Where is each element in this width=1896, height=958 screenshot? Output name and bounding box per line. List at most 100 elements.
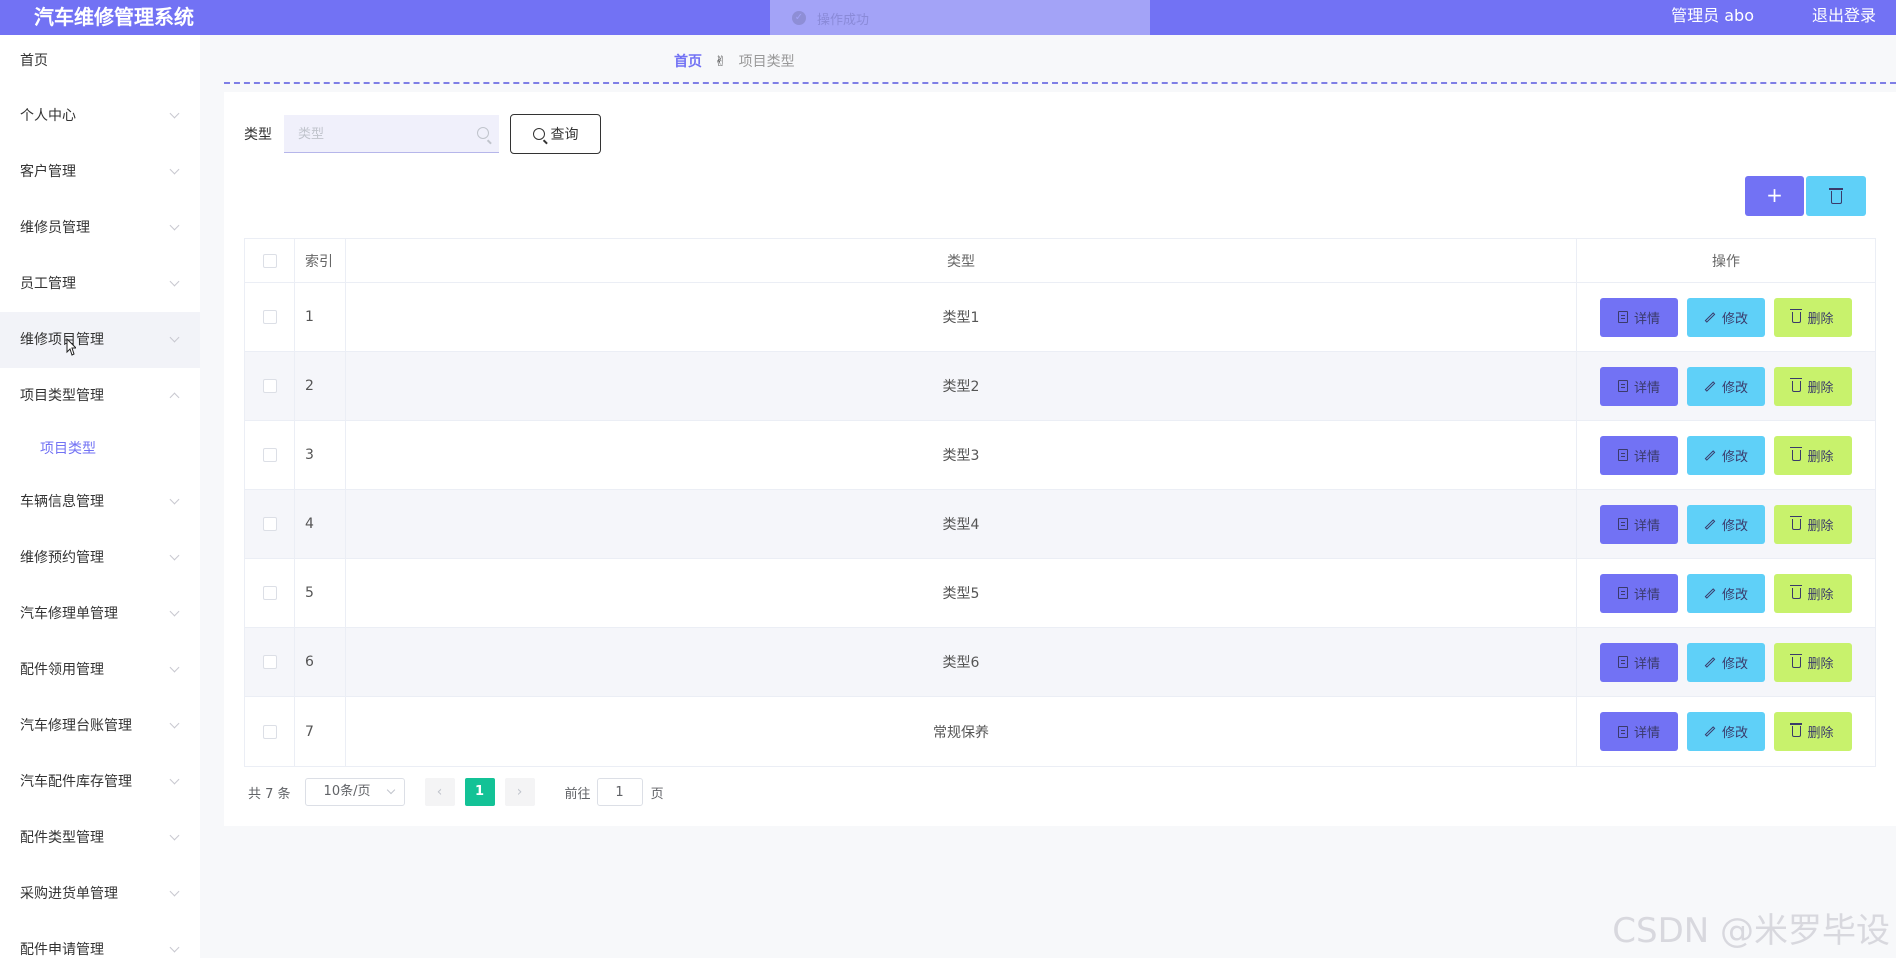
sidebar-item-parts-usage[interactable]: 配件领用管理: [0, 642, 200, 698]
detail-button[interactable]: 详情: [1600, 435, 1678, 475]
edit-button[interactable]: 修改: [1687, 435, 1765, 475]
table-row: 6 类型6 详情 修改 删除: [245, 628, 1875, 697]
next-page-button[interactable]: ›: [504, 778, 535, 806]
sidebar-item-label: 配件申请管理: [20, 942, 104, 958]
sidebar-item-repair-orders[interactable]: 汽车修理单管理: [0, 586, 200, 642]
batch-delete-button[interactable]: [1806, 176, 1866, 216]
chevron-down-icon: [169, 332, 180, 343]
goto-page-input[interactable]: [596, 778, 643, 806]
row-checkbox-cell: [245, 628, 295, 696]
trash-icon: [1829, 188, 1843, 204]
sidebar-item-appointments[interactable]: 维修预约管理: [0, 530, 200, 586]
delete-button[interactable]: 删除: [1774, 297, 1852, 337]
delete-button[interactable]: 删除: [1774, 573, 1852, 613]
query-button[interactable]: 查询: [510, 114, 601, 154]
sidebar-item-project-type-mgmt[interactable]: 项目类型管理: [0, 368, 200, 424]
delete-button-label: 删除: [1807, 380, 1834, 396]
sidebar-item-label: 车辆信息管理: [20, 494, 104, 510]
sidebar-item-label: 维修项目管理: [20, 332, 104, 348]
cell-actions: 详情 修改 删除: [1577, 559, 1875, 627]
delete-button[interactable]: 删除: [1774, 366, 1852, 406]
table-row: 3 类型3 详情 修改 删除: [245, 421, 1875, 490]
page-size-value: 10条/页: [323, 784, 371, 799]
sidebar: 首页 个人中心 客户管理 维修员管理 员工管理 维修项目管理 项目类型管理 项目…: [0, 35, 200, 958]
detail-button-label: 详情: [1633, 311, 1660, 327]
sidebar-subitem-project-type[interactable]: 项目类型: [0, 424, 200, 474]
sidebar-item-parts-requests[interactable]: 配件申请管理: [0, 922, 200, 958]
sidebar-item-label: 采购进货单管理: [20, 886, 118, 902]
row-checkbox[interactable]: [262, 379, 277, 393]
edit-button[interactable]: 修改: [1687, 366, 1765, 406]
logout-link[interactable]: 退出登录: [1812, 4, 1876, 28]
check-circle-icon: ✓: [792, 11, 806, 25]
sidebar-item-parts-inventory[interactable]: 汽车配件库存管理: [0, 754, 200, 810]
chevron-down-icon: [169, 276, 180, 287]
breadcrumb-divider: [224, 82, 1896, 84]
row-checkbox-cell: [245, 697, 295, 766]
delete-button[interactable]: 删除: [1774, 712, 1852, 751]
add-button[interactable]: +: [1745, 176, 1804, 216]
row-checkbox[interactable]: [262, 517, 277, 531]
edit-button[interactable]: 修改: [1687, 504, 1765, 544]
delete-button[interactable]: 删除: [1774, 435, 1852, 475]
sidebar-item-purchase-orders[interactable]: 采购进货单管理: [0, 866, 200, 922]
delete-button-label: 删除: [1807, 726, 1834, 741]
row-checkbox[interactable]: [262, 448, 277, 462]
sidebar-item-repairmen[interactable]: 维修员管理: [0, 200, 200, 256]
edit-button[interactable]: 修改: [1687, 712, 1765, 751]
cell-index: 2: [295, 352, 346, 420]
sidebar-item-personal-center[interactable]: 个人中心: [0, 88, 200, 144]
detail-button-label: 详情: [1633, 656, 1660, 672]
row-checkbox[interactable]: [262, 655, 277, 669]
table-row: 1 类型1 详情 修改 删除: [245, 283, 1875, 352]
delete-button[interactable]: 删除: [1774, 642, 1852, 682]
table-row: 2 类型2 详情 修改 删除: [245, 352, 1875, 421]
breadcrumb-home[interactable]: 首页: [674, 54, 702, 70]
detail-button-label: 详情: [1633, 518, 1660, 534]
row-checkbox[interactable]: [262, 586, 277, 600]
detail-button[interactable]: 详情: [1600, 297, 1678, 337]
page-size-select[interactable]: 10条/页: [304, 778, 405, 806]
edit-button[interactable]: 修改: [1687, 642, 1765, 682]
sidebar-item-repair-ledger[interactable]: 汽车修理台账管理: [0, 698, 200, 754]
pencil-icon: [1704, 311, 1716, 323]
sidebar-item-customers[interactable]: 客户管理: [0, 144, 200, 200]
trash-icon: [1790, 653, 1803, 668]
trash-icon: [1790, 515, 1803, 530]
detail-button[interactable]: 详情: [1600, 642, 1678, 682]
table-row: 5 类型5 详情 修改 删除: [245, 559, 1875, 628]
edit-button[interactable]: 修改: [1687, 573, 1765, 613]
sidebar-item-staff[interactable]: 员工管理: [0, 256, 200, 312]
sidebar-item-label: 汽车修理单管理: [20, 606, 118, 622]
document-icon: [1617, 656, 1628, 668]
select-all-checkbox[interactable]: [262, 253, 277, 268]
cell-type: 类型2: [346, 352, 1577, 420]
detail-button[interactable]: 详情: [1600, 366, 1678, 406]
row-checkbox[interactable]: [262, 310, 277, 324]
edit-button-label: 修改: [1721, 311, 1748, 327]
row-checkbox-cell: [245, 421, 295, 489]
chevron-down-icon: [169, 886, 180, 897]
sidebar-item-parts-types[interactable]: 配件类型管理: [0, 810, 200, 866]
detail-button[interactable]: 详情: [1600, 573, 1678, 613]
sidebar-item-home[interactable]: 首页: [0, 35, 200, 88]
data-table: 索引 类型 操作 1 类型1 详情 修改 删除 2 类型2 详情 修改 删除 3 类型3 详情 修改 删除 4…: [244, 238, 1876, 767]
document-icon: [1617, 518, 1628, 530]
page-number-current[interactable]: 1: [464, 778, 495, 806]
delete-button[interactable]: 删除: [1774, 504, 1852, 544]
detail-button[interactable]: 详情: [1600, 504, 1678, 544]
row-checkbox[interactable]: [262, 724, 277, 739]
detail-button[interactable]: 详情: [1600, 712, 1678, 751]
sidebar-item-repair-projects[interactable]: 维修项目管理: [0, 312, 200, 368]
sidebar-item-vehicles[interactable]: 车辆信息管理: [0, 474, 200, 530]
edit-button-label: 修改: [1721, 449, 1748, 465]
search-input[interactable]: [284, 115, 464, 153]
goto-suffix: 页: [650, 786, 664, 802]
cell-type: 常规保养: [346, 697, 1577, 766]
sidebar-item-label: 汽车修理台账管理: [20, 718, 132, 734]
chevron-down-icon: [169, 164, 180, 175]
column-header-index: 索引: [295, 239, 346, 282]
prev-page-button[interactable]: ‹: [424, 778, 455, 806]
edit-button[interactable]: 修改: [1687, 297, 1765, 337]
chevron-left-icon: ‹: [436, 784, 443, 800]
